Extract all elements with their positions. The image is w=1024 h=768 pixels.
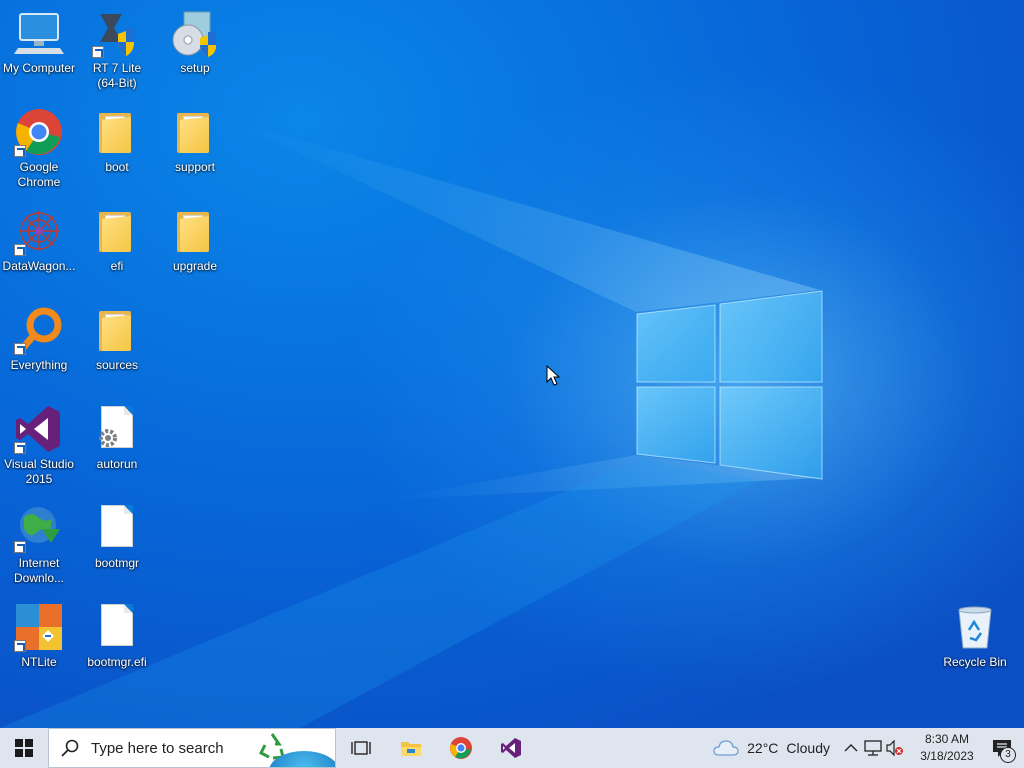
desktop-icon-boot-folder[interactable]: boot bbox=[78, 103, 156, 195]
file-explorer-button[interactable] bbox=[386, 728, 436, 768]
search-icon bbox=[61, 739, 79, 757]
file-icon bbox=[92, 602, 142, 652]
datawagon-icon bbox=[14, 206, 64, 256]
desktop-icon-bootmgr-efi[interactable]: bootmgr.efi bbox=[78, 598, 156, 690]
shortcut-arrow-icon bbox=[14, 343, 26, 355]
folder-icon bbox=[170, 107, 220, 157]
weather-temperature: 22°C bbox=[747, 740, 779, 756]
setup-disc-icon bbox=[170, 8, 220, 58]
desktop-icon-efi-folder[interactable]: efi bbox=[78, 202, 156, 294]
shortcut-arrow-icon bbox=[14, 145, 26, 157]
icon-label: bootmgr bbox=[94, 556, 140, 570]
desktop-icon-visual-studio-2015[interactable]: Visual Studio 2015 bbox=[0, 400, 78, 492]
icon-label: Recycle Bin bbox=[943, 655, 1007, 669]
chrome-icon bbox=[450, 737, 472, 759]
desktop[interactable]: My Computer Google Chrome DataWagon... E… bbox=[0, 0, 1024, 728]
windows-logo-icon bbox=[15, 739, 33, 757]
shortcut-arrow-icon bbox=[92, 46, 104, 58]
show-hidden-icons-button[interactable] bbox=[840, 728, 862, 768]
file-explorer-icon bbox=[401, 742, 421, 756]
desktop-icon-support-folder[interactable]: support bbox=[156, 103, 234, 195]
mouse-cursor-icon bbox=[546, 365, 560, 386]
shortcut-arrow-icon bbox=[14, 442, 26, 454]
desktop-icon-ntlite[interactable]: NTLite bbox=[0, 598, 78, 690]
desktop-icon-datawagon[interactable]: DataWagon... bbox=[0, 202, 78, 294]
globe-download-icon bbox=[14, 503, 64, 553]
clock-time: 8:30 AM bbox=[924, 732, 970, 746]
icon-label: Internet Downlo... bbox=[13, 556, 65, 585]
icon-label: boot bbox=[105, 160, 129, 174]
network-icon bbox=[864, 740, 882, 756]
folder-icon bbox=[92, 206, 142, 256]
desktop-icon-upgrade-folder[interactable]: upgrade bbox=[156, 202, 234, 294]
folder-icon bbox=[92, 107, 142, 157]
ntlite-icon bbox=[14, 602, 64, 652]
clock-date: 3/18/2023 bbox=[920, 749, 974, 763]
icon-label: support bbox=[174, 160, 216, 174]
desktop-icon-my-computer[interactable]: My Computer bbox=[0, 4, 78, 96]
desktop-icon-recycle-bin[interactable]: Recycle Bin bbox=[936, 598, 1014, 690]
volume-button[interactable] bbox=[884, 728, 906, 768]
desktop-icon-google-chrome[interactable]: Google Chrome bbox=[0, 103, 78, 195]
cloud-icon bbox=[713, 740, 739, 756]
taskbar: Type here to search 22°C Cloudy 8:30 AM … bbox=[0, 728, 1024, 768]
icon-label: My Computer bbox=[2, 61, 76, 75]
chrome-icon bbox=[14, 107, 64, 157]
start-button[interactable] bbox=[0, 728, 48, 768]
desktop-icon-bootmgr[interactable]: bootmgr bbox=[78, 499, 156, 591]
icon-label: autorun bbox=[96, 457, 138, 471]
shortcut-arrow-icon bbox=[14, 244, 26, 256]
recycle-bin-icon bbox=[950, 602, 1000, 652]
icon-label: efi bbox=[110, 259, 124, 273]
computer-icon bbox=[14, 8, 64, 58]
icon-label: Everything bbox=[10, 358, 68, 372]
folder-icon bbox=[170, 206, 220, 256]
system-tray: 22°C Cloudy 8:30 AM 3/18/2023 3 bbox=[713, 728, 1024, 768]
icon-label: Visual Studio 2015 bbox=[4, 457, 74, 486]
weather-widget[interactable]: 22°C Cloudy bbox=[713, 739, 830, 757]
desktop-icon-setup[interactable]: setup bbox=[156, 4, 234, 96]
clock[interactable]: 8:30 AM 3/18/2023 bbox=[914, 731, 980, 765]
weather-condition: Cloudy bbox=[786, 740, 830, 756]
chevron-up-icon bbox=[844, 744, 858, 752]
settings-file-icon bbox=[92, 404, 142, 454]
search-placeholder: Type here to search bbox=[91, 739, 224, 757]
visual-studio-icon bbox=[14, 404, 64, 454]
notification-count-badge: 3 bbox=[1000, 747, 1016, 763]
desktop-icon-rt7lite[interactable]: RT 7 Lite (64-Bit) bbox=[78, 4, 156, 96]
shortcut-arrow-icon bbox=[14, 541, 26, 553]
desktop-icon-autorun[interactable]: autorun bbox=[78, 400, 156, 492]
icon-label: setup bbox=[180, 61, 210, 75]
icon-label: upgrade bbox=[172, 259, 218, 273]
icon-label: RT 7 Lite (64-Bit) bbox=[92, 61, 142, 90]
task-view-icon bbox=[351, 741, 371, 755]
chrome-taskbar-button[interactable] bbox=[436, 728, 486, 768]
desktop-icon-internet-download-manager[interactable]: Internet Downlo... bbox=[0, 499, 78, 591]
icon-label: Google Chrome bbox=[17, 160, 61, 189]
shortcut-arrow-icon bbox=[14, 640, 26, 652]
taskbar-search-box[interactable]: Type here to search bbox=[48, 728, 336, 768]
visual-studio-taskbar-button[interactable] bbox=[486, 728, 536, 768]
visual-studio-icon bbox=[501, 738, 521, 758]
folder-icon bbox=[92, 305, 142, 355]
file-icon bbox=[92, 503, 142, 553]
volume-muted-icon bbox=[886, 740, 903, 756]
icon-label: sources bbox=[95, 358, 139, 372]
everything-search-icon bbox=[14, 305, 64, 355]
notification-center-button[interactable]: 3 bbox=[980, 728, 1024, 768]
icon-label: bootmgr.efi bbox=[87, 655, 147, 669]
task-view-button[interactable] bbox=[336, 728, 386, 768]
icon-label: DataWagon... bbox=[2, 259, 76, 273]
desktop-icon-sources-folder[interactable]: sources bbox=[78, 301, 156, 393]
network-button[interactable] bbox=[862, 728, 884, 768]
icon-label: NTLite bbox=[21, 655, 57, 669]
desktop-icon-everything[interactable]: Everything bbox=[0, 301, 78, 393]
rt7lite-icon bbox=[92, 8, 142, 58]
